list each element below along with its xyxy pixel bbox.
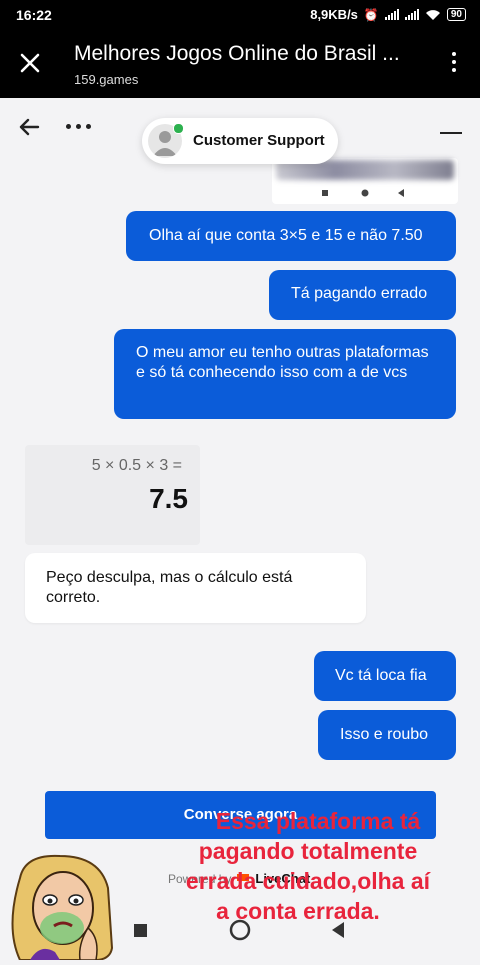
calc-image[interactable]: 5 × 0.5 × 3 = 7.5	[25, 445, 200, 545]
calc-result: 7.5	[149, 483, 188, 514]
page-url: 159.games	[74, 72, 139, 87]
app-bar: Melhores Jogos Online do Brasil ... 159.…	[0, 30, 480, 98]
message-out[interactable]: O meu amor eu tenho outras plataformas e…	[114, 329, 456, 419]
calc-expression: 5 × 0.5 × 3 =	[91, 457, 182, 474]
signal-icon-2	[404, 9, 419, 20]
wifi-icon	[425, 9, 440, 20]
message-out[interactable]: Tá pagando errado	[269, 270, 456, 320]
overlay-caption: Essa plataforma tá pagando totalmente er…	[168, 806, 468, 926]
signal-icon	[384, 9, 399, 20]
alarm-icon: ⏰	[363, 7, 379, 22]
page-title: Melhores Jogos Online do Brasil ...	[74, 42, 400, 65]
agent-header[interactable]: Customer Support	[142, 118, 338, 164]
status-bar: 16:22 8,9KB/s ⏰ 90	[0, 0, 480, 30]
message-in[interactable]: Peço desculpa, mas o cálculo está corret…	[25, 553, 366, 623]
message-out[interactable]: Isso e roubo	[318, 710, 456, 760]
battery-icon: 90	[446, 8, 466, 21]
image-navbar	[322, 189, 404, 197]
status-time: 16:22	[16, 7, 52, 23]
overlay-line: Essa plataforma tá	[215, 808, 421, 834]
status-icons: 8,9KB/s ⏰ 90	[310, 7, 466, 22]
overlay-line: errada cuidado,olha aí	[185, 868, 431, 894]
more-horiz-icon[interactable]	[66, 124, 91, 129]
agent-name: Customer Support	[193, 132, 325, 149]
back-arrow-icon[interactable]	[18, 116, 40, 138]
message-out[interactable]: Olha aí que conta 3×5 e 15 e não 7.50	[126, 211, 456, 261]
message-out[interactable]: Vc tá loca fia	[314, 651, 456, 701]
net-speed: 8,9KB/s	[310, 7, 358, 22]
close-icon[interactable]	[17, 50, 43, 76]
shared-image[interactable]	[272, 158, 458, 204]
online-status-dot	[173, 123, 184, 134]
more-vert-icon[interactable]	[452, 52, 456, 72]
overlay-line: pagando totalmente	[198, 838, 418, 864]
crying-woman-sticker-icon	[11, 854, 114, 960]
minimize-icon[interactable]	[440, 132, 462, 134]
overlay-line: a conta errada.	[216, 898, 380, 924]
